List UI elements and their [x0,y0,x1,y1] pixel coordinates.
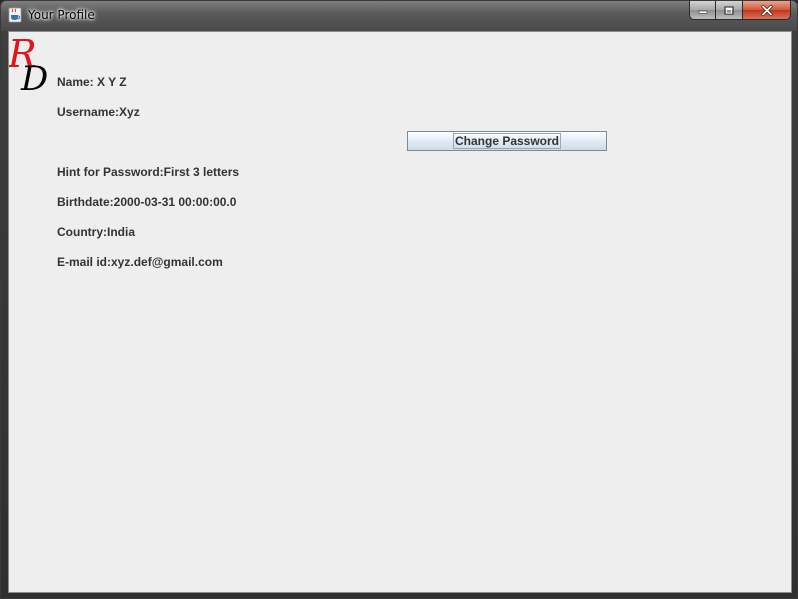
password-hint-label: Hint for Password:First 3 letters [57,165,240,179]
maximize-icon [724,5,734,15]
rd-logo: R D [9,32,48,94]
logo-letter-d: D [20,59,48,94]
minimize-button[interactable] [689,1,716,20]
java-cup-icon[interactable] [8,7,22,23]
username-label: Username:Xyz [57,105,140,119]
minimize-icon [698,10,707,14]
change-password-label: Change Password [452,133,562,149]
birthdate-label: Birthdate:2000-03-31 00:00:00.0 [57,195,237,209]
name-label: Name: X Y Z [57,75,127,89]
profile-window: Your Profile R D Name: X Y Z Username:Xy… [0,0,798,599]
maximize-button[interactable] [716,1,743,20]
profile-panel: R D Name: X Y Z Username:Xyz Change Pass… [8,31,792,593]
email-label: E-mail id:xyz.def@gmail.com [57,255,223,269]
close-icon [760,4,773,16]
close-button[interactable] [743,1,791,20]
change-password-button[interactable]: Change Password [407,131,607,151]
window-title: Your Profile [28,8,95,22]
country-label: Country:India [57,225,135,239]
caption-buttons [689,1,791,20]
title-bar[interactable]: Your Profile [1,1,797,31]
